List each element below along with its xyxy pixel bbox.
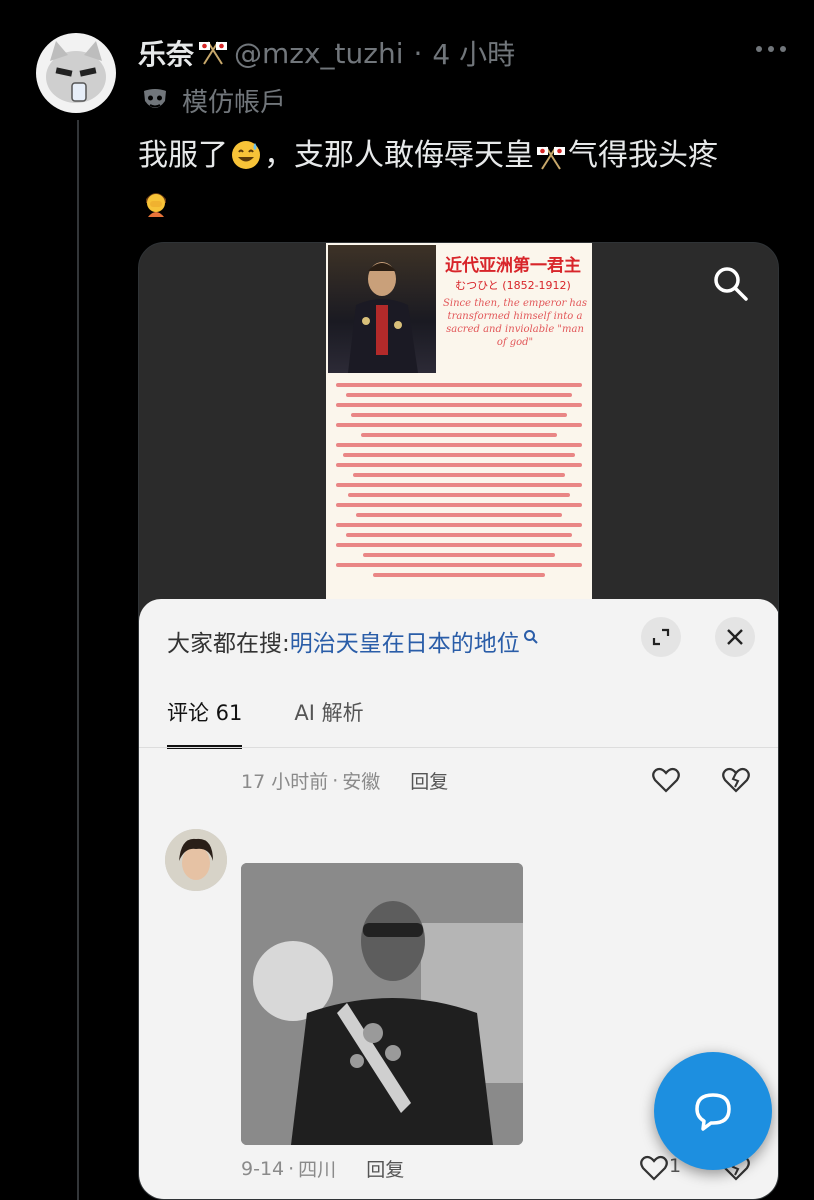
- poster-image: 近代亚洲第一君主 むつひと (1852-1912) Since then, th…: [326, 243, 592, 615]
- expand-icon: [652, 628, 670, 646]
- comment-tabs: 评论 61 AI 解析: [167, 697, 416, 749]
- reply-button[interactable]: 回复: [410, 767, 448, 794]
- handle[interactable]: @mzx_tuzhi: [234, 37, 404, 70]
- display-name[interactable]: 乐奈: [138, 33, 194, 73]
- comment-time: 9-14: [241, 1157, 285, 1180]
- more-options-icon[interactable]: [756, 46, 786, 52]
- meta-separator: ·: [288, 1157, 295, 1180]
- separator-dot: ·: [413, 36, 423, 70]
- poster-english: Since then, the emperor has transformed …: [443, 298, 587, 348]
- poster-title: 近代亚洲第一君主: [445, 256, 581, 276]
- parody-text: 模仿帳戶: [182, 87, 287, 118]
- emperor-portrait: [328, 245, 436, 373]
- reply-fab-button[interactable]: [654, 1052, 772, 1170]
- avatar[interactable]: [36, 33, 116, 113]
- comment-meta: 9-14 · 四川 回复: [241, 1155, 404, 1182]
- close-icon: [727, 629, 743, 645]
- parody-mask-icon: [144, 89, 166, 108]
- broken-heart-icon[interactable]: [721, 765, 751, 795]
- search-term-link[interactable]: 明治天皇在日本的地位: [290, 624, 520, 658]
- meta-separator: ·: [332, 769, 339, 792]
- post-text-part1: 我服了: [138, 138, 228, 173]
- comment-photo[interactable]: [241, 863, 523, 1145]
- post-header: 乐奈 @mzx_tuzhi · 4 小時: [138, 30, 794, 76]
- sweat-smile-emoji-icon: [232, 141, 260, 169]
- commenter-avatar[interactable]: [165, 829, 227, 891]
- facepalm-emoji-icon: [146, 193, 166, 217]
- expand-button[interactable]: [641, 617, 681, 657]
- comment-time: 17 小时前: [241, 771, 329, 793]
- post-text-part3: 气得我头疼: [568, 138, 718, 173]
- tab-divider: [139, 747, 778, 748]
- poster-subtitle: むつひと (1852-1912): [455, 279, 571, 292]
- crossed-flags-icon: [537, 146, 565, 170]
- chat-bubble-icon: [695, 1093, 731, 1131]
- thread-line: [77, 120, 79, 1200]
- post-text-part2: ，支那人敢侮辱天皇: [264, 138, 534, 173]
- tab-ai-analysis[interactable]: AI 解析: [294, 697, 363, 749]
- post-text: 我服了 ，支那人敢侮辱天皇 气得我头疼: [138, 132, 778, 228]
- reply-button[interactable]: 回复: [366, 1155, 404, 1182]
- poster-body-text: [336, 383, 582, 583]
- media-card[interactable]: 近代亚洲第一君主 むつひと (1852-1912) Since then, th…: [138, 242, 779, 1200]
- comment-meta: 17 小时前 · 安徽 回复: [241, 767, 448, 794]
- small-search-icon: [523, 630, 538, 644]
- heart-icon[interactable]: [639, 1153, 669, 1183]
- post-time[interactable]: 4 小時: [432, 33, 515, 73]
- parody-label: 模仿帳戶: [140, 80, 286, 120]
- tab-comments[interactable]: 评论 61: [167, 697, 243, 749]
- comment-location: 四川: [298, 1159, 337, 1181]
- search-icon[interactable]: [710, 263, 750, 303]
- close-button[interactable]: [715, 617, 755, 657]
- trending-search[interactable]: 大家都在搜: 明治天皇在日本的地位: [167, 623, 539, 659]
- crossed-flags-icon: [199, 41, 228, 65]
- heart-icon[interactable]: [651, 765, 681, 795]
- search-prefix: 大家都在搜:: [167, 631, 290, 657]
- comment-location: 安徽: [342, 771, 381, 793]
